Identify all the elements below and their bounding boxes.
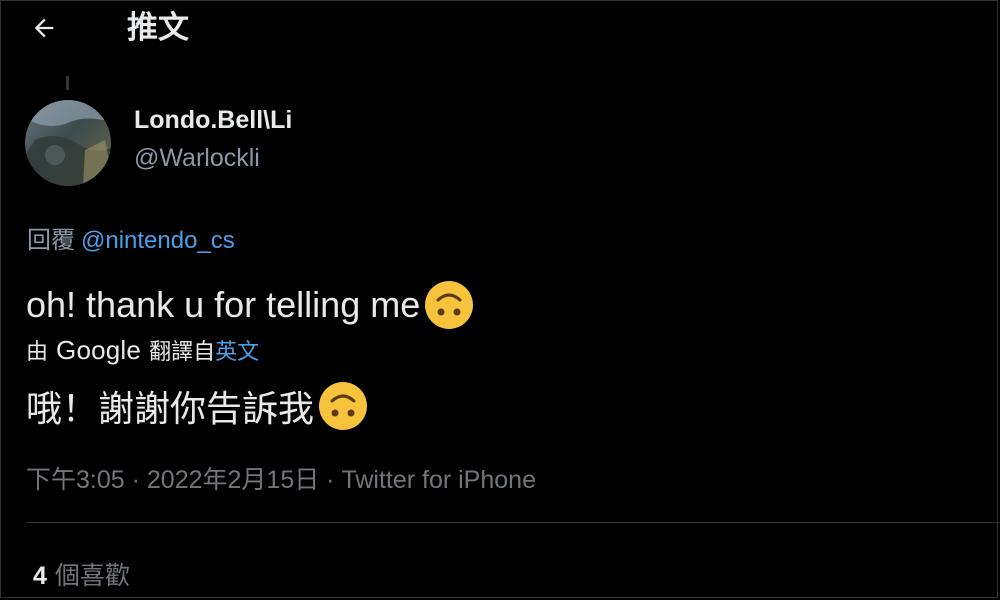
translation-attribution: 由 Google 翻譯自 英文 — [26, 334, 259, 366]
reply-prefix: 回覆 — [27, 227, 75, 254]
meta-separator: · — [124, 466, 147, 494]
author-name[interactable]: Londo.Bell\Li — [134, 106, 292, 135]
tweet-date[interactable]: 2022年2月15日 — [147, 466, 319, 494]
author-handle[interactable]: @Warlockli — [134, 144, 260, 173]
tweet-text: oh! thank u for telling me — [26, 280, 474, 330]
page-title: 推文 — [127, 10, 189, 45]
avatar-image — [25, 100, 111, 186]
translation-by: 由 — [26, 339, 49, 364]
upside-down-face-emoji — [425, 281, 474, 329]
likes-count: 4 — [33, 562, 47, 590]
translation-from: 翻譯自 — [149, 339, 216, 364]
reply-context: 回覆 @nintendo_cs — [27, 220, 235, 255]
reply-mention-link[interactable]: @nintendo_cs — [81, 227, 235, 254]
source-language-link[interactable]: 英文 — [215, 334, 259, 366]
google-logo: Google — [56, 334, 142, 365]
upside-down-face-emoji — [319, 382, 368, 430]
meta-separator: · — [319, 466, 342, 494]
likes-label: 個喜歡 — [54, 562, 130, 590]
thread-connector-line — [66, 76, 69, 90]
arrow-left-icon — [34, 18, 54, 38]
back-button[interactable] — [26, 10, 62, 46]
divider — [26, 522, 1000, 523]
translated-body: 哦！謝謝你告訴我 — [26, 388, 315, 429]
translated-text: 哦！謝謝你告訴我 — [26, 380, 368, 432]
tweet-metadata: 下午3:05 · 2022年2月15日 · Twitter for iPhone — [26, 460, 536, 496]
likes-link[interactable]: 4 個喜歡 — [33, 556, 130, 592]
tweet-time[interactable]: 下午3:05 — [26, 466, 125, 494]
avatar[interactable] — [25, 100, 111, 186]
tweet-body: oh! thank u for telling me — [26, 284, 421, 325]
tweet-source-link[interactable]: Twitter for iPhone — [341, 466, 536, 494]
